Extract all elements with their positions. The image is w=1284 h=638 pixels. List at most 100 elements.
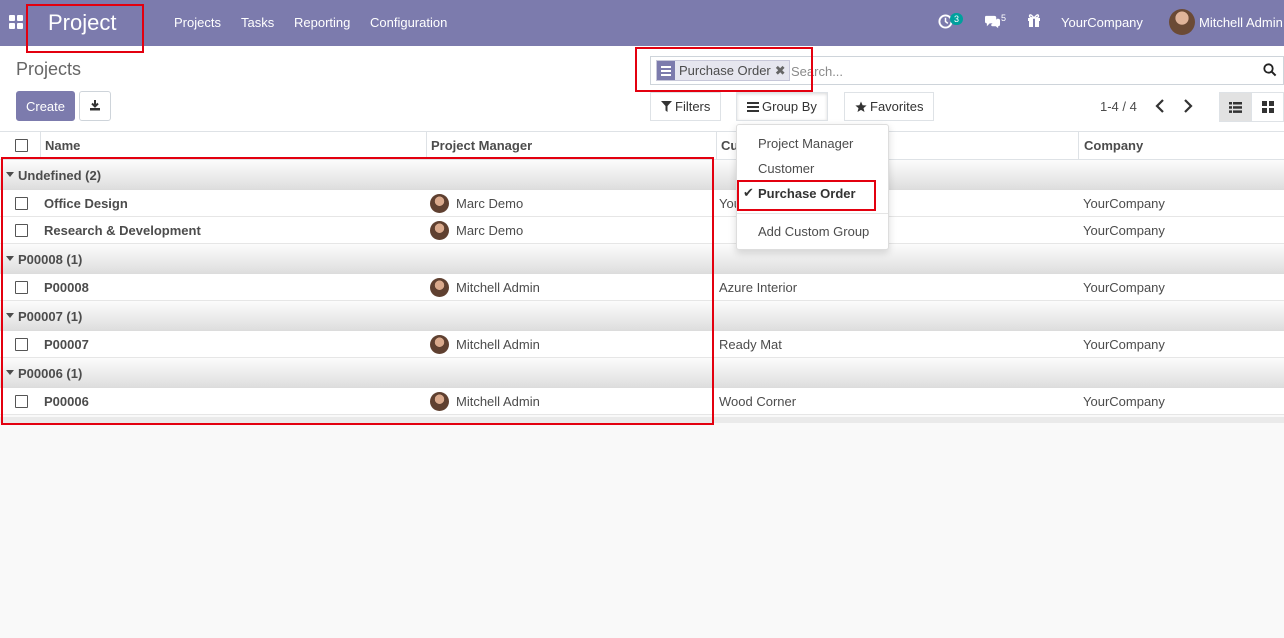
group-row[interactable]: P00007 (1) <box>0 301 1284 331</box>
project-manager: Mitchell Admin <box>456 280 540 295</box>
download-button[interactable] <box>79 91 111 121</box>
project-list: Name Project Manager Cu Company Undefine… <box>0 132 1284 415</box>
gift-icon[interactable] <box>1027 13 1041 31</box>
company: YourCompany <box>1083 196 1165 211</box>
customer: Ready Mat <box>719 337 782 352</box>
group-by-dropdown: Project Manager Customer ✔ Purchase Orde… <box>736 124 889 250</box>
pager-value[interactable]: 1-4 / 4 <box>1100 99 1137 114</box>
manager-avatar <box>430 278 449 297</box>
kanban-view-button[interactable] <box>1251 92 1284 122</box>
project-name: Office Design <box>44 196 128 211</box>
kanban-icon <box>1261 101 1274 113</box>
list-footer-strip <box>0 417 1284 423</box>
company: YourCompany <box>1083 280 1165 295</box>
bars-icon <box>747 101 759 112</box>
filter-icon <box>661 101 672 112</box>
pager-previous-icon[interactable] <box>1154 98 1168 114</box>
customer: Azure Interior <box>719 280 798 295</box>
project-name: Research & Development <box>44 223 201 238</box>
group-row[interactable]: P00006 (1) <box>0 358 1284 388</box>
app-brand[interactable]: Project <box>48 10 116 36</box>
filters-label: Filters <box>675 99 711 114</box>
customer: Wood Corner <box>719 394 797 409</box>
favorites-label: Favorites <box>870 99 924 114</box>
select-all-checkbox[interactable] <box>15 139 28 152</box>
user-menu[interactable]: Mitchell Admin <box>1199 15 1283 30</box>
apps-icon[interactable] <box>9 15 23 29</box>
column-separator <box>1078 132 1079 159</box>
star-icon <box>855 101 867 112</box>
column-project-manager[interactable]: Project Manager <box>431 138 532 153</box>
company: YourCompany <box>1083 337 1165 352</box>
search-bar[interactable]: Purchase Order ✖ <box>650 56 1284 85</box>
column-company[interactable]: Company <box>1084 138 1143 153</box>
row-checkbox[interactable] <box>15 197 28 210</box>
column-separator <box>716 132 717 159</box>
menu-configuration[interactable]: Configuration <box>370 15 447 30</box>
filters-button[interactable]: Filters <box>650 92 722 121</box>
control-panel: Projects Create Purchase Order ✖ Filters… <box>0 46 1284 132</box>
list-header: Name Project Manager Cu Company <box>0 132 1284 160</box>
project-manager: Mitchell Admin <box>456 337 540 352</box>
search-icon[interactable] <box>1263 63 1277 80</box>
column-separator <box>40 132 41 159</box>
create-button[interactable]: Create <box>16 91 75 121</box>
group-row[interactable]: Undefined (2) <box>0 160 1284 190</box>
manager-avatar <box>430 392 449 411</box>
row-checkbox[interactable] <box>15 224 28 237</box>
row-checkbox[interactable] <box>15 338 28 351</box>
project-manager: Mitchell Admin <box>456 394 540 409</box>
group-by-label: Group By <box>762 99 817 114</box>
facet-remove-icon[interactable]: ✖ <box>775 63 789 79</box>
project-manager: Marc Demo <box>456 223 524 238</box>
group-by-project-manager[interactable]: Project Manager <box>758 136 853 151</box>
table-row[interactable]: P00006 Mitchell Admin Wood Corner YourCo… <box>0 388 1284 415</box>
chat-icon[interactable] <box>984 14 1001 32</box>
checkmark-icon: ✔ <box>743 185 754 200</box>
add-custom-group[interactable]: Add Custom Group <box>758 224 869 239</box>
download-icon <box>90 99 100 110</box>
company: YourCompany <box>1083 394 1165 409</box>
group-label: Undefined (2) <box>18 168 102 183</box>
menu-projects[interactable]: Projects <box>174 15 221 30</box>
group-by-purchase-order[interactable]: Purchase Order <box>758 186 856 201</box>
search-input[interactable] <box>791 61 1251 81</box>
manager-avatar <box>430 335 449 354</box>
column-separator <box>426 132 427 159</box>
group-label: P00007 (1) <box>18 309 83 324</box>
caret-down-icon <box>6 313 14 318</box>
group-by-button[interactable]: Group By <box>736 92 828 121</box>
menu-tasks[interactable]: Tasks <box>241 15 274 30</box>
manager-avatar <box>430 194 449 213</box>
search-facet: Purchase Order ✖ <box>656 60 790 81</box>
favorites-button[interactable]: Favorites <box>844 92 935 121</box>
pager-next-icon[interactable] <box>1182 98 1196 114</box>
menu-reporting[interactable]: Reporting <box>294 15 350 30</box>
list-view-button[interactable] <box>1219 92 1252 122</box>
list-icon <box>1229 101 1242 113</box>
company: YourCompany <box>1083 223 1165 238</box>
row-checkbox[interactable] <box>15 395 28 408</box>
group-label: P00006 (1) <box>18 366 83 381</box>
group-row[interactable]: P00008 (1) <box>0 244 1284 274</box>
group-by-customer[interactable]: Customer <box>758 161 814 176</box>
company-switcher[interactable]: YourCompany <box>1061 15 1143 30</box>
message-count-badge: 5 <box>1001 13 1007 23</box>
caret-down-icon <box>6 370 14 375</box>
manager-avatar <box>430 221 449 240</box>
row-checkbox[interactable] <box>15 281 28 294</box>
user-avatar[interactable] <box>1169 9 1195 35</box>
caret-down-icon <box>6 172 14 177</box>
caret-down-icon <box>6 256 14 261</box>
table-row[interactable]: Research & Development Marc Demo YourCom… <box>0 217 1284 244</box>
group-label: P00008 (1) <box>18 252 83 267</box>
table-row[interactable]: P00007 Mitchell Admin Ready Mat YourComp… <box>0 331 1284 358</box>
top-navbar: Project Projects Tasks Reporting Configu… <box>0 0 1284 46</box>
table-row[interactable]: Office Design Marc Demo You YourCompany <box>0 190 1284 217</box>
facet-label: Purchase Order <box>679 63 771 78</box>
breadcrumb: Projects <box>16 59 82 79</box>
column-name[interactable]: Name <box>45 138 80 153</box>
project-name: P00006 <box>44 394 89 409</box>
table-row[interactable]: P00008 Mitchell Admin Azure Interior You… <box>0 274 1284 301</box>
group-by-facet-icon <box>657 61 675 80</box>
